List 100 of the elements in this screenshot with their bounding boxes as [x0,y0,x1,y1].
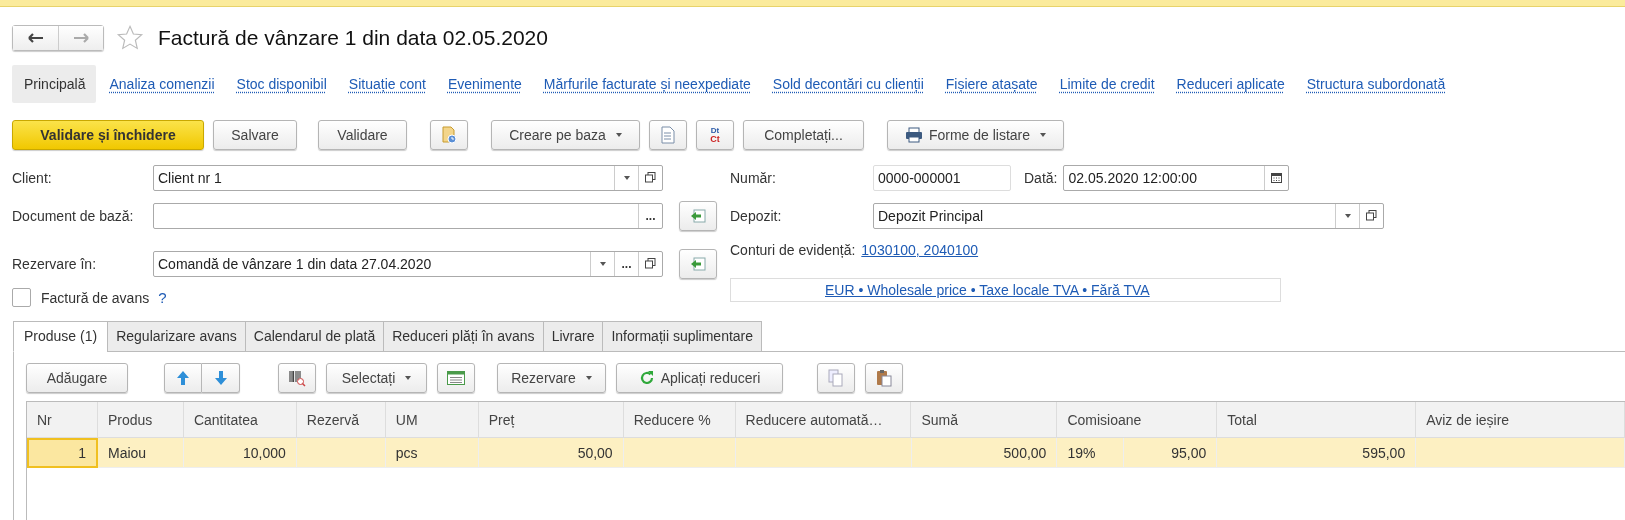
open-icon [1366,210,1377,221]
back-button[interactable] [13,26,58,50]
section-link[interactable]: Stoc disponibil [225,65,338,103]
checkbox-label: Factură de avans [41,289,150,306]
column-header[interactable]: Nr [27,402,98,438]
forward-arrow-icon [73,33,89,43]
table-cell: 595,00 [1362,445,1406,461]
column-header[interactable]: Rezervă [296,402,386,438]
caret-icon [623,175,630,180]
create-based-on-button[interactable]: Creare pe baza [491,120,640,150]
window-title: Factură de vânzare 1 din data 02.05.2020 [158,26,548,50]
caret-icon [1344,213,1351,218]
base-document-field[interactable]: ... [153,202,663,229]
table-cell: 10,000 [243,445,286,461]
caret-icon [585,376,592,380]
table-cell: 50,00 [577,445,613,461]
barcode-magnifier-icon [288,369,306,387]
column-header[interactable]: Reducere automată… [735,402,912,438]
caret-icon [599,261,606,266]
section-link[interactable]: Reduceri aplicate [1165,65,1296,103]
table-cell: Maiou [107,445,147,461]
tab[interactable]: Calendarul de plată [244,321,385,352]
open-icon [645,172,656,183]
section-link[interactable]: Sold decontări cu clienții [761,65,935,103]
fill-from-button[interactable] [679,200,717,231]
move-down-button[interactable] [202,363,240,393]
apply-discounts-button[interactable]: Aplicați reduceri [616,363,783,393]
section-link[interactable]: Evenimente [436,65,533,103]
move-up-button[interactable] [164,363,202,393]
warehouse-field[interactable]: Depozit Principal [873,202,1384,229]
reserve-in-field[interactable]: Comandă de vânzare 1 din data 27.04.2020 ... [153,250,663,277]
field-label: Conturi de evidență: [730,242,856,258]
field-label: Dată: [1024,169,1058,186]
section-link[interactable]: Principală [12,65,97,103]
column-header[interactable]: Preț [478,402,624,438]
post-and-close-button[interactable]: Validare și închidere [12,120,204,150]
section-link[interactable]: Fișiere atașate [934,65,1049,103]
section-link[interactable]: Structura subordonată [1295,65,1457,103]
tab[interactable]: Regularizare avans [107,321,246,352]
column-header[interactable]: Cantitatea [183,402,297,438]
section-link[interactable]: Situație cont [337,65,437,103]
table-cell: pcs [395,445,418,461]
field-label: Document de bază: [12,207,135,224]
structure-button[interactable] [430,120,468,150]
table-cell: 1 [78,445,86,461]
table-cell: 19% [1067,445,1096,461]
column-header[interactable]: Sumă [911,402,1058,438]
document-icon [661,126,675,144]
field-label: Client: [12,169,53,186]
tab[interactable]: Informații suplimentare [602,321,763,352]
document-arrow-icon [689,207,707,224]
accounts-link[interactable]: 1030100, 2040100 [861,242,979,258]
price-settings-link[interactable]: EUR • Wholesale price • Taxe locale TVA • Fără TVA [825,282,1150,298]
section-link[interactable]: Limite de credit [1048,65,1166,103]
date-field[interactable]: 02.05.2020 12:00:00 [1063,164,1290,191]
barcode-search-button[interactable] [278,363,316,393]
select-button[interactable]: Selectați [326,363,427,393]
field-label: Număr: [730,169,777,186]
table-row[interactable]: 1 Maiou 10,000 pcs 50,00 500,00 19% 95,00 595,00 [27,438,1625,468]
calendar-icon [1271,172,1283,183]
add-button[interactable]: Adăugare [26,363,128,393]
back-arrow-icon [27,33,44,43]
refresh-icon [638,370,655,386]
fill-button[interactable]: Completați... [743,120,864,150]
clipboard-icon [876,369,892,387]
fill-from-button[interactable] [679,248,717,279]
copy-icon [828,369,844,387]
number-field[interactable]: 0000-000001 [873,164,1011,191]
column-header[interactable]: Aviz de ieșire [1416,402,1625,438]
tab[interactable]: Livrare [542,321,604,352]
caret-icon [615,133,622,137]
tab[interactable]: Reduceri plăți în avans [383,321,544,352]
report-button[interactable] [649,120,687,150]
table-cell: 500,00 [1003,445,1047,461]
column-header[interactable]: Produs [97,402,184,438]
reserve-button[interactable]: Rezervare [497,363,606,393]
field-label: Rezervare în: [12,255,98,272]
copy-button[interactable] [817,363,855,393]
star-icon[interactable] [116,24,144,52]
down-arrow-icon [213,370,228,386]
column-header[interactable]: Total [1217,402,1417,438]
table-settings-button[interactable] [437,363,475,393]
table-icon [447,371,465,385]
help-link[interactable]: ? [158,289,167,306]
printer-icon [904,127,923,143]
document-clock-icon [440,126,458,144]
print-forms-button[interactable]: Forme de listare [887,120,1064,150]
section-link[interactable]: Analiza comenzii [98,65,226,103]
tab[interactable]: Produse (1) [13,321,109,352]
advance-invoice-checkbox[interactable] [12,288,31,307]
column-header[interactable]: Comisioane [1057,402,1218,438]
save-button[interactable]: Salvare [213,120,297,150]
post-button[interactable]: Validare [318,120,407,150]
column-header[interactable]: Reducere % [623,402,736,438]
accounting-entries-button[interactable]: Dt Ct [696,120,734,150]
paste-button[interactable] [865,363,903,393]
column-header[interactable]: UM [385,402,479,438]
table-cell: 95,00 [1171,445,1207,461]
section-link[interactable]: Mărfurile facturate și neexpediate [532,65,762,103]
client-field[interactable]: Client nr 1 [153,164,663,191]
